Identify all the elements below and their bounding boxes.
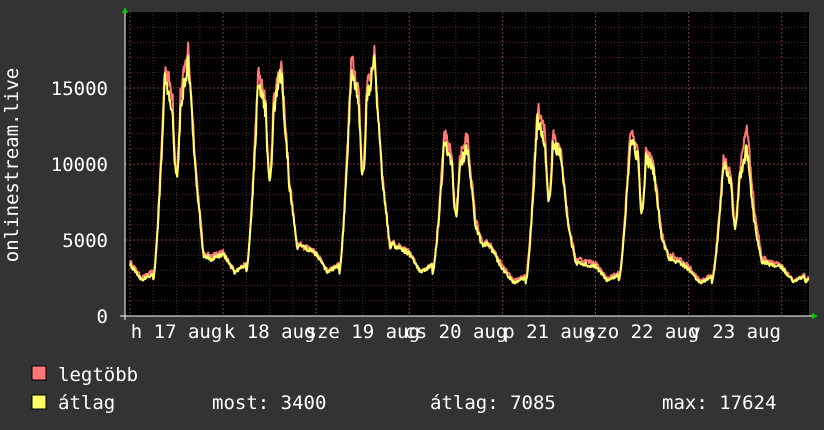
stat-most: most: 3400 — [212, 392, 326, 414]
y-tick-label: 10000 — [51, 154, 108, 176]
y-tick-label: 15000 — [51, 78, 108, 100]
x-axis-arrow — [812, 313, 818, 319]
y-tick-label: 0 — [97, 306, 108, 328]
legend: legtöbb átlag most: 3400 átlag: 7085 max… — [31, 364, 776, 414]
x-tick-label: cs 20 aug — [404, 321, 507, 343]
x-tick-label: p 21 aug — [503, 321, 595, 343]
x-tick-label: sze 19 aug — [306, 321, 420, 343]
y-tick-label: 5000 — [62, 230, 108, 252]
legend-label-atlag: átlag — [58, 392, 115, 414]
legend-swatch-atlag — [31, 394, 47, 410]
stat-atlag: átlag: 7085 — [430, 392, 556, 414]
legend-swatch-legtobb — [31, 365, 47, 381]
y-axis-arrow — [122, 7, 128, 13]
x-tick-label: h 17 aug — [131, 321, 223, 343]
x-ticks: h 17 aug k 18 augsze 19 augcs 20 augp 21 … — [131, 321, 781, 343]
chart: 0 5000 10000 15000 h 17 aug k 18 augsze 19 a… — [1, 7, 818, 414]
x-tick-label: szo 22 aug — [585, 321, 699, 343]
y-axis-label: onlinestream.live — [1, 68, 23, 262]
x-tick-label: v 23 aug — [689, 321, 781, 343]
stat-max: max: 17624 — [662, 392, 776, 414]
legend-label-legtobb: legtöbb — [58, 364, 138, 386]
y-ticks: 0 5000 10000 15000 — [51, 78, 108, 328]
x-tick-label: k 18 aug — [224, 321, 316, 343]
